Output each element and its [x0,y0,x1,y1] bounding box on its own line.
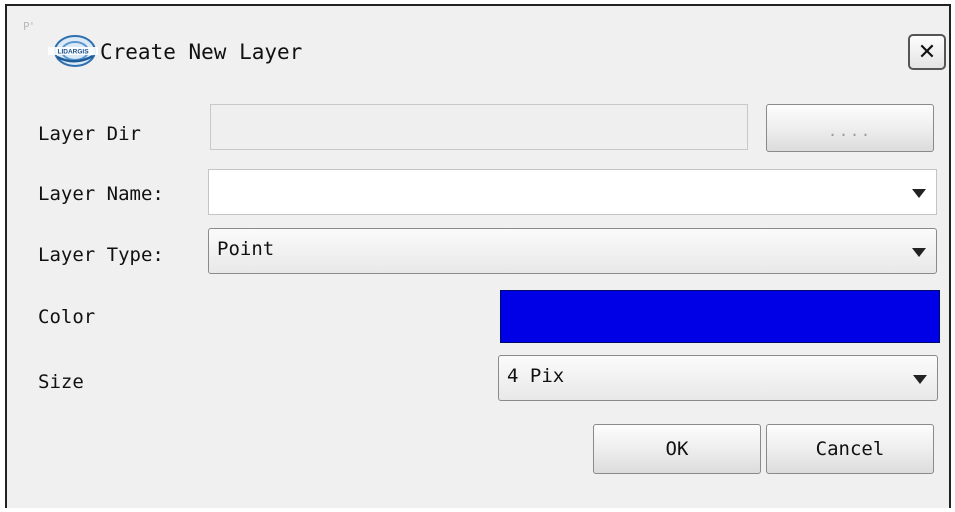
close-icon: ✕ [917,39,937,65]
chevron-down-icon[interactable] [912,189,926,198]
ok-button[interactable]: OK [593,424,761,474]
close-button[interactable]: ✕ [908,34,946,70]
layer-type-select[interactable]: Point [208,228,937,274]
cancel-button[interactable]: Cancel [766,424,934,474]
color-label: Color [38,306,96,328]
browse-button[interactable]: .... [766,104,934,152]
color-picker-swatch[interactable] [500,290,940,343]
layer-type-value: Point [217,238,275,260]
layer-name-combo[interactable] [208,169,937,215]
layer-type-label: Layer Type: [38,244,164,266]
titlebar-corner-mark: P' [23,20,35,33]
layer-name-label: Layer Name: [38,183,164,205]
ok-label: OK [665,438,689,460]
size-select[interactable]: 4 Pix [498,355,938,401]
layer-dir-label: Layer Dir [38,123,141,145]
size-value: 4 Pix [507,365,565,387]
chevron-down-icon[interactable] [913,375,927,384]
chevron-down-icon[interactable] [912,248,926,257]
size-label: Size [38,371,84,393]
create-layer-dialog: P' LIDARGIS Create New Layer ✕ Layer Dir… [5,4,951,508]
browse-label: .... [827,122,873,140]
logo-text: LIDARGIS [57,49,89,56]
lidar-app-logo-icon: LIDARGIS [48,35,98,67]
layer-dir-field[interactable] [210,104,748,150]
cancel-label: Cancel [815,438,885,460]
dialog-title: Create New Layer [100,40,303,64]
